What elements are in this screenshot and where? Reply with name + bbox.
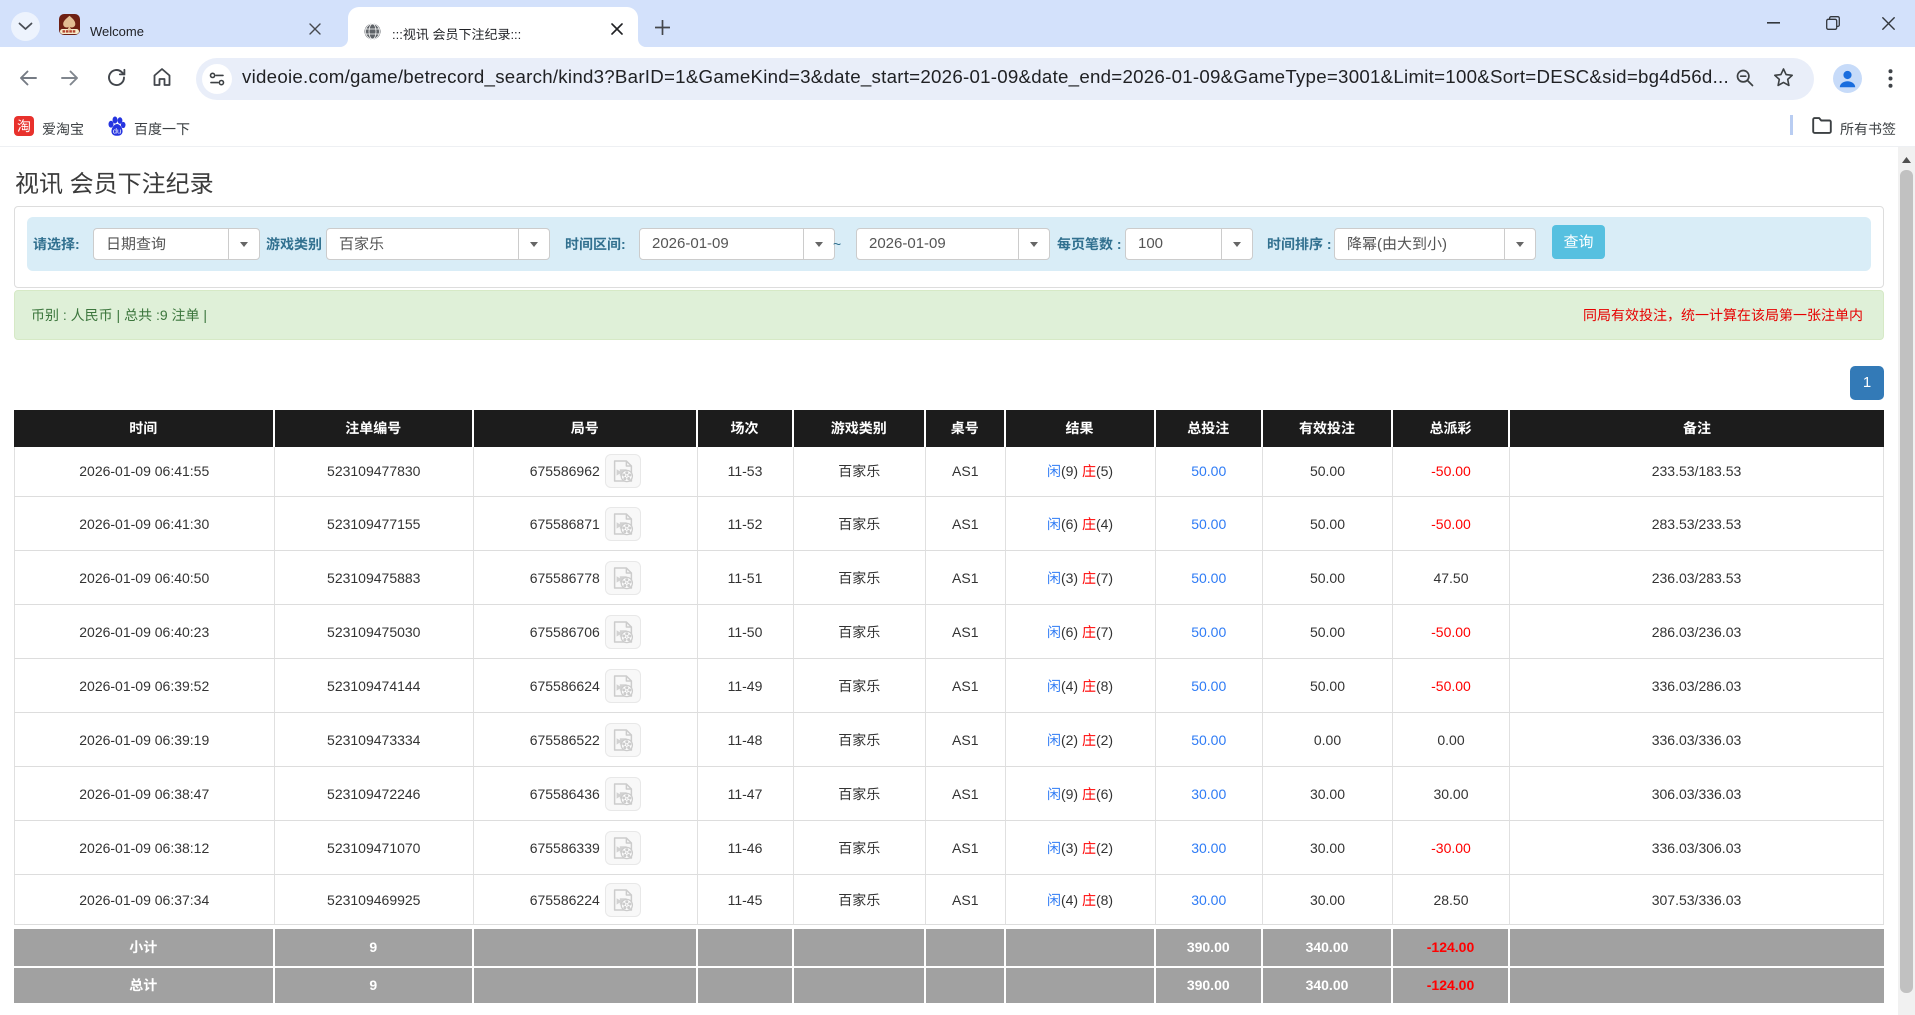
svg-text:du: du: [113, 127, 121, 136]
